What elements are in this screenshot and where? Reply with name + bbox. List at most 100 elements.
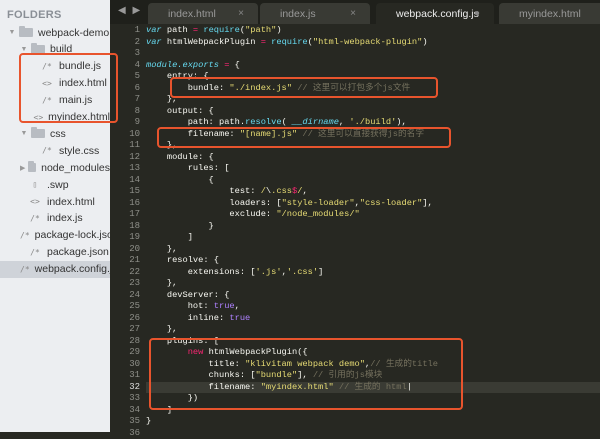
- code-line[interactable]: resolve: {: [146, 255, 600, 267]
- folder-icon: [19, 28, 33, 37]
- tab-index-html[interactable]: index.html ×: [148, 3, 258, 24]
- line-number: 35: [110, 416, 140, 428]
- code-token: exclude:: [146, 209, 276, 219]
- code-token: },: [146, 324, 177, 334]
- tab-label: webpack.config.js: [396, 8, 479, 20]
- line-number: 25: [110, 301, 140, 313]
- unsaved-dot-icon[interactable]: ●: [474, 8, 480, 19]
- code-token: ,: [302, 186, 307, 196]
- line-number: 33: [110, 393, 140, 405]
- code-line[interactable]: [146, 428, 600, 439]
- code-line[interactable]: exclude: "/node_modules/": [146, 209, 600, 221]
- highlight-box-build-files: [19, 53, 118, 123]
- line-number: 27: [110, 324, 140, 336]
- close-tab-icon[interactable]: ×: [238, 8, 244, 19]
- code-line[interactable]: [146, 48, 600, 60]
- code-token: }: [146, 221, 214, 231]
- sidebar-item[interactable]: ▼css: [0, 125, 110, 142]
- code-line[interactable]: var htmlWebpackPlugin = require("html-we…: [146, 37, 600, 49]
- code-line[interactable]: devServer: {: [146, 290, 600, 302]
- code-token: '.js': [255, 267, 281, 277]
- code-token: __dirname: [292, 117, 339, 127]
- line-number: 12: [110, 152, 140, 164]
- sidebar-item[interactable]: ▼ webpack-demo: [0, 24, 110, 41]
- code-token: require: [271, 37, 308, 47]
- code-token: htmlWebpackPlugin: [162, 37, 261, 47]
- line-number: 13: [110, 163, 140, 175]
- code-line[interactable]: module.exports = {: [146, 60, 600, 72]
- code-line[interactable]: output: {: [146, 106, 600, 118]
- line-number: 34: [110, 405, 140, 417]
- code-line[interactable]: ]: [146, 232, 600, 244]
- code-token: resolve: [245, 117, 282, 127]
- tab-index-js[interactable]: index.js×: [260, 3, 370, 24]
- code-line[interactable]: },: [146, 278, 600, 290]
- sidebar-item-label: index.js: [47, 212, 83, 224]
- line-number: 29: [110, 347, 140, 359]
- line-number: 19: [110, 232, 140, 244]
- code-line[interactable]: module: {: [146, 152, 600, 164]
- code-line[interactable]: }: [146, 221, 600, 233]
- code-token: true: [229, 313, 250, 323]
- code-token: "/node_modules/": [276, 209, 359, 219]
- code-token: loaders: [: [146, 198, 282, 208]
- tab-webpack-config-js[interactable]: webpack.config.js●: [376, 3, 494, 24]
- code-token: "html-webpack-plugin": [313, 37, 422, 47]
- line-number: 18: [110, 221, 140, 233]
- code-token: ]: [146, 232, 193, 242]
- code-line[interactable]: rules: [: [146, 163, 600, 175]
- sidebar-item[interactable]: ▶node_modules: [0, 159, 110, 176]
- code-line[interactable]: loaders: ["style-loader","css-loader"],: [146, 198, 600, 210]
- code-line[interactable]: var path = require("path"): [146, 25, 600, 37]
- disclosure-open-icon[interactable]: ▼: [20, 46, 28, 53]
- code-line[interactable]: }: [146, 416, 600, 428]
- code-line[interactable]: test: /\.css$/,: [146, 186, 600, 198]
- folder-icon: [31, 129, 45, 138]
- code-line[interactable]: extensions: ['.js','.css']: [146, 267, 600, 279]
- highlight-box-output-filename: [157, 127, 451, 148]
- disclosure-open-icon[interactable]: ▼: [8, 29, 16, 36]
- highlight-box-entry: [170, 77, 438, 98]
- code-token: inline:: [146, 313, 229, 323]
- line-number: 14: [110, 175, 140, 187]
- sidebar-item[interactable]: /* webpack.config.js: [0, 261, 110, 278]
- sidebar-item[interactable]: /*package-lock.json: [0, 227, 110, 244]
- tab-label: index.html: [168, 8, 216, 20]
- disclosure-closed-icon[interactable]: ▶: [20, 164, 25, 172]
- folder-icon: [28, 163, 36, 172]
- tab-navigation-arrows[interactable]: ◀ ▶: [118, 5, 142, 16]
- sidebar-item-label: webpack-demo: [38, 27, 109, 39]
- code-line[interactable]: inline: true: [146, 313, 600, 325]
- tab-myindex-html[interactable]: myindex.html: [499, 3, 600, 24]
- code-token: path: [162, 25, 193, 35]
- code-token: }: [146, 416, 151, 426]
- code-token: require: [203, 25, 240, 35]
- code-token: {: [146, 175, 214, 185]
- sidebar-item-label: .swp: [47, 179, 69, 191]
- code-token: var: [146, 37, 162, 47]
- line-number: 36: [110, 428, 140, 439]
- line-number: 15: [110, 186, 140, 198]
- close-tab-icon[interactable]: ×: [350, 8, 356, 19]
- code-line[interactable]: {: [146, 175, 600, 187]
- sidebar-item[interactable]: /*style.css: [0, 142, 110, 159]
- disclosure-open-icon[interactable]: ▼: [20, 130, 28, 137]
- code-token: .css: [271, 186, 292, 196]
- line-number: 11: [110, 140, 140, 152]
- line-number: 20: [110, 244, 140, 256]
- sidebar-item[interactable]: ▯.swp: [0, 176, 110, 193]
- code-token: true: [214, 301, 235, 311]
- sidebar-item[interactable]: /*package.json: [0, 244, 110, 261]
- code-line[interactable]: },: [146, 244, 600, 256]
- code-line[interactable]: },: [146, 324, 600, 336]
- line-number: 30: [110, 359, 140, 371]
- line-number: 21: [110, 255, 140, 267]
- script-file-icon: /*: [20, 265, 30, 274]
- sidebar-item[interactable]: /*index.js: [0, 210, 110, 227]
- line-number: 23: [110, 278, 140, 290]
- sidebar-item-label: webpack.config.js: [35, 263, 110, 275]
- code-token: ): [422, 37, 427, 47]
- code-line[interactable]: hot: true,: [146, 301, 600, 313]
- sidebar-item-label: package-lock.json: [35, 229, 110, 241]
- sidebar-item[interactable]: <>index.html: [0, 193, 110, 210]
